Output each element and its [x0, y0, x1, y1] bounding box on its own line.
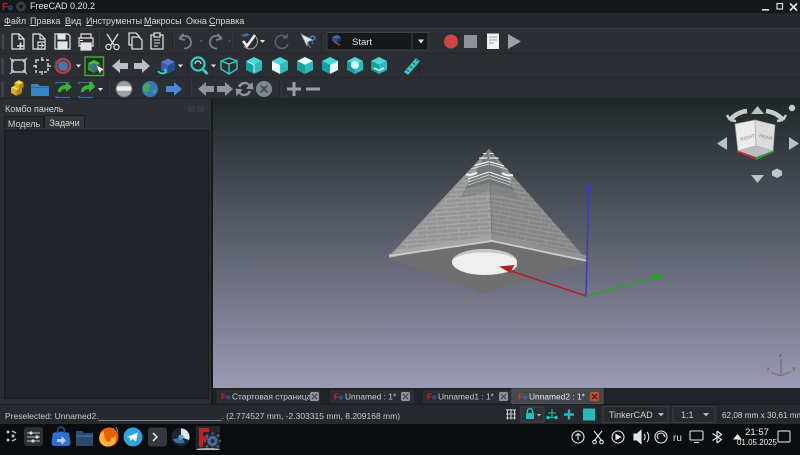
- svg-text:Стартовая страница: Стартовая страница: [232, 392, 312, 402]
- svg-text:21:57: 21:57: [745, 427, 769, 438]
- svg-text:?: ?: [309, 33, 316, 47]
- svg-text:o: o: [432, 395, 436, 402]
- svg-text:ru: ru: [673, 433, 682, 444]
- svg-text:o: o: [226, 395, 230, 402]
- svg-text:1:1: 1:1: [681, 410, 694, 420]
- svg-text:Unnamed2 : 1*: Unnamed2 : 1*: [529, 392, 586, 402]
- svg-text:TinkerCAD: TinkerCAD: [609, 410, 653, 420]
- svg-text:o: o: [523, 395, 527, 402]
- svg-text:o: o: [339, 395, 343, 402]
- svg-text:Start: Start: [352, 37, 372, 48]
- svg-text:62,08 mm x 30,61 mm: 62,08 mm x 30,61 mm: [722, 411, 800, 420]
- svg-text:01.05.2025: 01.05.2025: [737, 438, 778, 447]
- svg-text:Unnamed1 : 1*: Unnamed1 : 1*: [438, 392, 495, 402]
- svg-text:o: o: [8, 3, 13, 12]
- svg-text:Unnamed : 1*: Unnamed : 1*: [345, 392, 397, 402]
